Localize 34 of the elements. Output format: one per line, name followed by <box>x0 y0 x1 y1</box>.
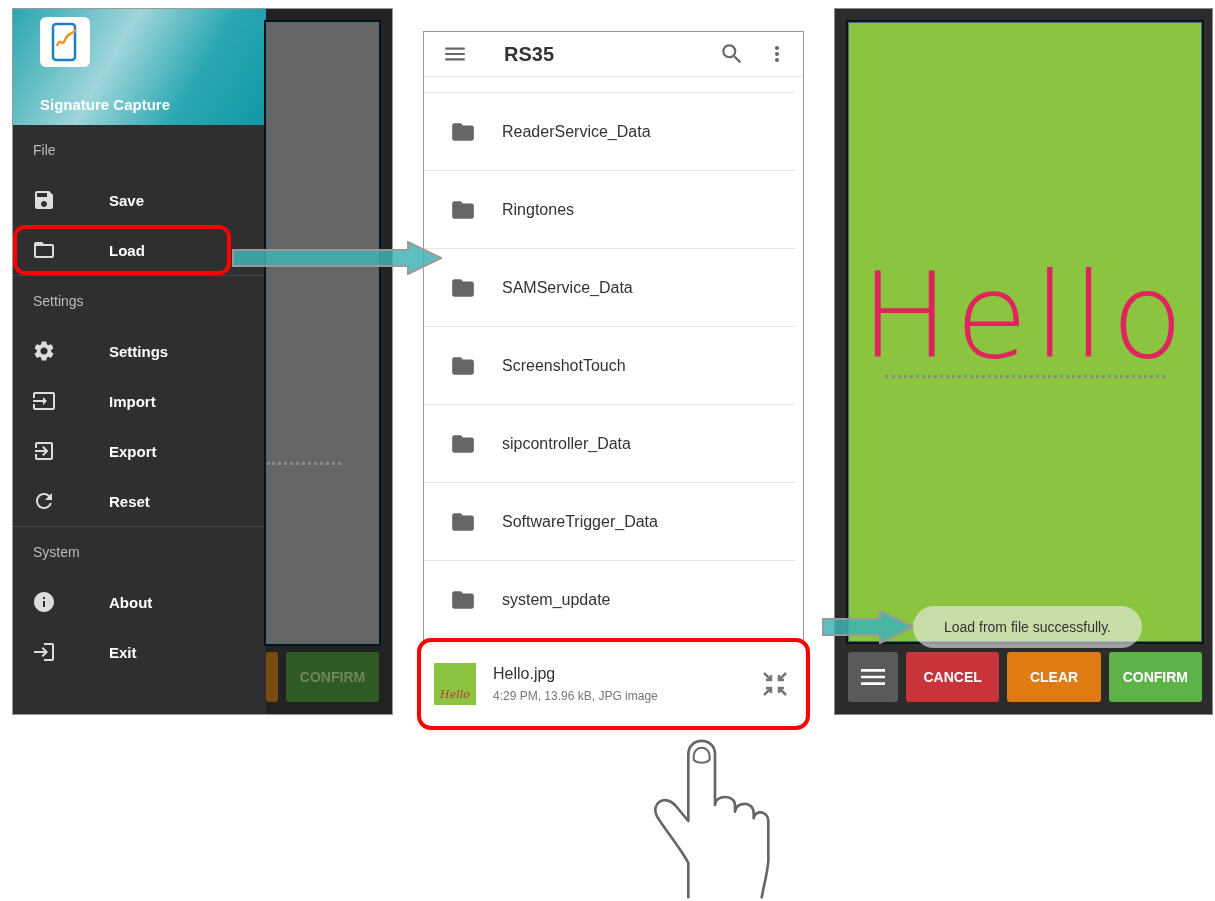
folder-row[interactable]: ScreenshotTouch <box>424 326 795 404</box>
menu-item[interactable]: Import <box>13 376 266 426</box>
folder-row[interactable]: SoftwareTrigger_Data <box>424 482 795 560</box>
menu-item[interactable]: Exit <box>13 627 266 677</box>
toolbar-title: RS35 <box>504 42 556 66</box>
import-icon <box>32 389 56 413</box>
section-title: Settings <box>32 292 85 311</box>
menu-item[interactable]: About <box>13 577 266 627</box>
section-title: File <box>32 141 57 160</box>
image-thumbnail: Hello <box>434 663 476 705</box>
collapse-icon[interactable] <box>762 671 788 697</box>
menu-item[interactable]: Load <box>13 225 231 275</box>
save-icon <box>32 188 56 212</box>
menu-item[interactable]: Save <box>13 175 266 225</box>
folder-row[interactable]: Ringtones <box>424 170 795 248</box>
menu-item[interactable]: Reset <box>13 476 266 526</box>
file-details: 4:29 PM, 13.96 kB, JPG image <box>493 689 659 703</box>
signature-text: Hello <box>860 256 1190 375</box>
export-icon <box>32 439 56 463</box>
menu-button[interactable] <box>848 652 898 702</box>
settings-icon <box>32 339 56 363</box>
load-toast: Load from file successfully. <box>913 606 1142 648</box>
exit-icon <box>32 640 56 664</box>
app-logo-icon <box>40 17 90 67</box>
file-row[interactable]: Hello Hello.jpg 4:29 PM, 13.96 kB, JPG image <box>417 638 810 730</box>
action-button[interactable]: CANCEL <box>906 652 1000 702</box>
section-title: System <box>32 543 81 562</box>
app-title: Signature Capture <box>40 96 172 113</box>
menu-item[interactable]: Export <box>13 426 266 476</box>
info-icon <box>32 590 56 614</box>
folder-row[interactable]: sipcontroller_Data <box>424 404 795 482</box>
folder-row[interactable]: ReaderService_Data <box>424 92 795 170</box>
menu-item[interactable]: Settings <box>13 326 266 376</box>
file-name: Hello.jpg <box>493 665 557 683</box>
